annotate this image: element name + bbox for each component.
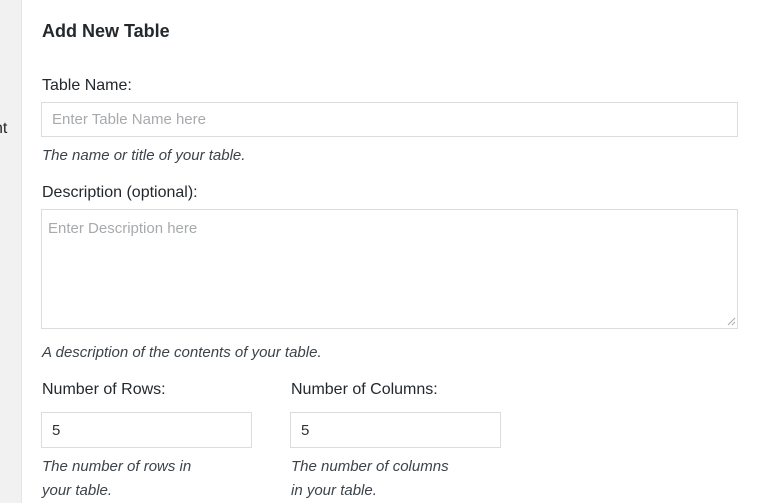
description-label: Description (optional):	[42, 184, 198, 201]
table-name-input[interactable]	[41, 102, 738, 137]
columns-hint: The number of columns in your table.	[291, 455, 449, 503]
cropped-text: nt	[0, 120, 8, 137]
rows-label: Number of Rows:	[42, 381, 166, 398]
rows-hint-line-1: The number of rows in	[42, 458, 192, 475]
table-name-hint: The name or title of your table.	[42, 147, 246, 164]
columns-label: Number of Columns:	[291, 381, 438, 398]
cropped-sidebar-text: nt	[0, 120, 12, 138]
description-hint: A description of the contents of your ta…	[42, 344, 322, 361]
table-name-label: Table Name:	[42, 77, 132, 94]
panel-title: Add New Table	[42, 21, 170, 41]
page: nt Add New Table Table Name: The name or…	[0, 0, 759, 503]
rows-hint-line-2: your table.	[42, 482, 113, 499]
rows-hint: The number of rows in your table.	[42, 455, 191, 503]
description-textarea[interactable]	[41, 209, 738, 329]
columns-hint-line-1: The number of columns	[291, 458, 449, 475]
rows-input[interactable]	[41, 412, 252, 448]
columns-hint-line-2: in your table.	[291, 482, 377, 499]
resize-grip-icon[interactable]	[726, 316, 736, 326]
add-new-table-panel: Add New Table Table Name: The name or ti…	[21, 0, 759, 503]
columns-input[interactable]	[290, 412, 501, 448]
